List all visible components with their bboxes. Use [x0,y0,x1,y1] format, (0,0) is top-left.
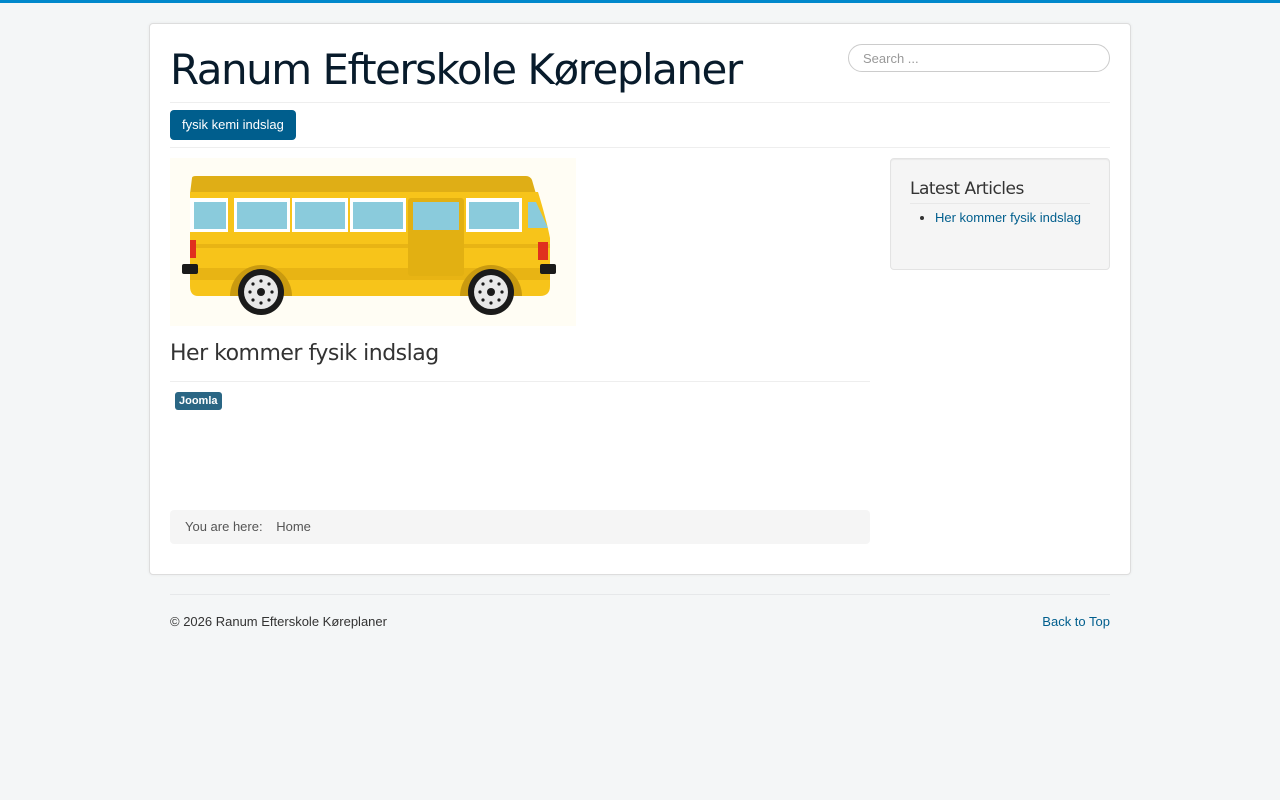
page-container: Ranum Efterskole Køreplaner fysik kemi i… [149,23,1131,575]
breadcrumb-prefix: You are here: [185,519,263,534]
latest-articles-list: Her kommer fysik indslag [910,208,1090,228]
latest-articles-title: Latest Articles [910,175,1090,204]
back-to-top-link[interactable]: Back to Top [1042,612,1110,632]
school-bus-icon [170,158,576,326]
article-divider [170,381,870,382]
article-image [170,158,576,326]
tag-joomla[interactable]: Joomla [175,392,222,410]
latest-articles-module: Latest Articles Her kommer fysik indslag [890,158,1110,270]
nav-item-fysik-kemi-indslag[interactable]: fysik kemi indslag [170,110,296,140]
footer-divider [170,594,1110,595]
list-item: Her kommer fysik indslag [935,208,1090,228]
header-divider [170,102,1110,103]
site-title[interactable]: Ranum Efterskole Køreplaner [170,42,743,98]
breadcrumb: You are here: Home [170,510,870,544]
latest-article-link[interactable]: Her kommer fysik indslag [935,210,1081,225]
search-input[interactable] [848,44,1110,72]
top-accent-bar [0,0,1280,3]
nav-divider [170,147,1110,148]
article-title[interactable]: Her kommer fysik indslag [170,338,439,370]
breadcrumb-item-home: Home [276,519,311,534]
footer-copyright: © 2026 Ranum Efterskole Køreplaner [170,614,387,629]
